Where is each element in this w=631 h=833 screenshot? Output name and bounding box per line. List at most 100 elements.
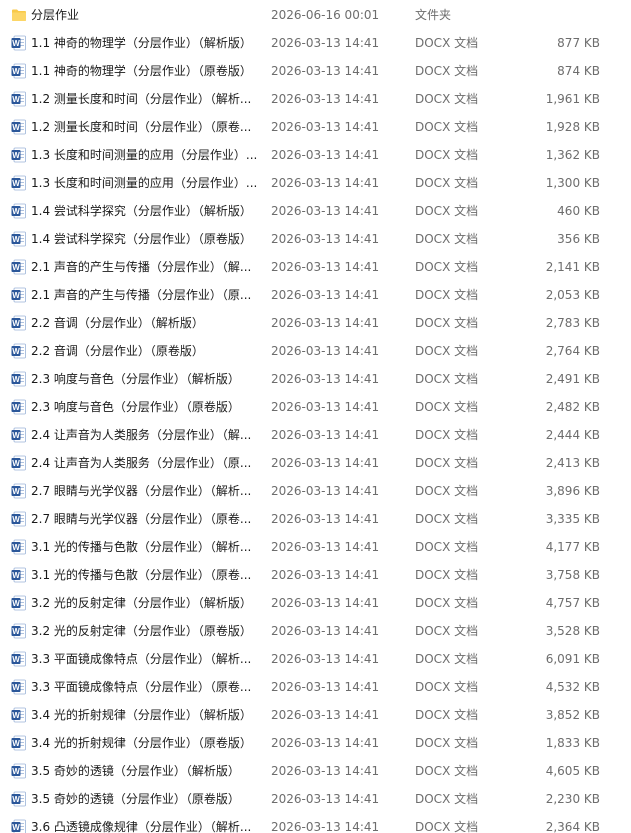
file-row[interactable]: W 2.7 眼睛与光学仪器（分层作业）（解析... 2026-03-13 14:41… [0,477,631,505]
word-doc-icon: W [11,763,26,779]
file-name: 3.4 光的折射规律（分层作业）（解析版） [31,708,252,722]
file-list: 分层作业 2026-06-16 00:01 文件夹 W 1.1 神奇的物理学（分层作业）… [0,0,631,833]
file-modified-date: 2026-03-13 14:41 [271,652,380,666]
file-row[interactable]: W 1.4 尝试科学探究（分层作业）（原卷版） 2026-03-13 14:41 DO… [0,225,631,253]
file-modified-date: 2026-03-13 14:41 [271,372,380,386]
file-modified-date: 2026-03-13 14:41 [271,792,380,806]
file-modified-date: 2026-03-13 14:41 [271,540,380,554]
file-name: 2.1 声音的产生与传播（分层作业）（原... [31,288,252,302]
file-row[interactable]: W 2.3 响度与音色（分层作业）（原卷版） 2026-03-13 14:41 DOC… [0,393,631,421]
file-row[interactable]: W 3.3 平面镜成像特点（分层作业）（原卷... 2026-03-13 14:41… [0,673,631,701]
svg-text:W: W [12,683,20,692]
file-size: 4,532 KB [545,680,600,694]
svg-text:W: W [12,655,20,664]
file-name: 2.2 音调（分层作业）（解析版） [31,316,204,330]
file-row[interactable]: W 3.4 光的折射规律（分层作业）（解析版） 2026-03-13 14:41 DO… [0,701,631,729]
file-row[interactable]: W 1.1 神奇的物理学（分层作业）（解析版） 2026-03-13 14:41 DO… [0,29,631,57]
file-row[interactable]: W 1.3 长度和时间测量的应用（分层作业）... 2026-03-13 14:41… [0,141,631,169]
file-name: 3.5 奇妙的透镜（分层作业）（原卷版） [31,792,240,806]
svg-text:W: W [12,347,20,356]
file-name: 1.1 神奇的物理学（分层作业）（原卷版） [31,64,252,78]
svg-text:W: W [12,291,20,300]
file-modified-date: 2026-03-13 14:41 [271,596,380,610]
file-row[interactable]: W 2.4 让声音为人类服务（分层作业）（解... 2026-03-13 14:41… [0,421,631,449]
file-name: 2.1 声音的产生与传播（分层作业）（解... [31,260,252,274]
file-size: 1,362 KB [545,148,600,162]
word-doc-icon: W [11,623,26,639]
file-name: 2.2 音调（分层作业）（原卷版） [31,344,204,358]
word-doc-icon: W [11,175,26,191]
file-row[interactable]: W 2.1 声音的产生与传播（分层作业）（解... 2026-03-13 14:41… [0,253,631,281]
file-modified-date: 2026-03-13 14:41 [271,400,380,414]
file-size: 3,758 KB [545,568,600,582]
word-doc-icon: W [11,819,26,833]
word-doc-icon: W [11,315,26,331]
file-name: 1.1 神奇的物理学（分层作业）（解析版） [31,36,252,50]
file-modified-date: 2026-03-13 14:41 [271,428,380,442]
file-row[interactable]: W 3.4 光的折射规律（分层作业）（原卷版） 2026-03-13 14:41 DO… [0,729,631,757]
file-row[interactable]: W 2.2 音调（分层作业）（解析版） 2026-03-13 14:41 DOCX 文… [0,309,631,337]
word-doc-icon: W [11,399,26,415]
file-modified-date: 2026-03-13 14:41 [271,288,380,302]
folder-row[interactable]: 分层作业 2026-06-16 00:01 文件夹 [0,1,631,29]
file-modified-date: 2026-03-13 14:41 [271,624,380,638]
file-modified-date: 2026-03-13 14:41 [271,344,380,358]
word-doc-icon: W [11,791,26,807]
file-row[interactable]: W 1.1 神奇的物理学（分层作业）（原卷版） 2026-03-13 14:41 DO… [0,57,631,85]
file-modified-date: 2026-03-13 14:41 [271,64,380,78]
svg-text:W: W [12,543,20,552]
file-modified-date: 2026-03-13 14:41 [271,736,380,750]
file-row[interactable]: W 3.2 光的反射定律（分层作业）（解析版） 2026-03-13 14:41 DO… [0,589,631,617]
svg-text:W: W [12,739,20,748]
word-doc-icon: W [11,91,26,107]
file-row[interactable]: W 3.6 凸透镜成像规律（分层作业）（解析... 2026-03-13 14:41… [0,813,631,833]
file-row[interactable]: W 1.2 测量长度和时间（分层作业）（解析... 2026-03-13 14:41… [0,85,631,113]
file-row[interactable]: W 2.2 音调（分层作业）（原卷版） 2026-03-13 14:41 DOCX 文… [0,337,631,365]
file-row[interactable]: W 2.4 让声音为人类服务（分层作业）（原... 2026-03-13 14:41… [0,449,631,477]
word-doc-icon: W [11,371,26,387]
file-row[interactable]: W 3.2 光的反射定律（分层作业）（原卷版） 2026-03-13 14:41 DO… [0,617,631,645]
file-row[interactable]: W 3.5 奇妙的透镜（分层作业）（原卷版） 2026-03-13 14:41 DOC… [0,785,631,813]
word-doc-icon: W [11,63,26,79]
file-name: 2.7 眼睛与光学仪器（分层作业）（解析... [31,484,252,498]
file-row[interactable]: W 1.3 长度和时间测量的应用（分层作业）... 2026-03-13 14:41… [0,169,631,197]
file-row[interactable]: W 1.4 尝试科学探究（分层作业）（解析版） 2026-03-13 14:41 DO… [0,197,631,225]
file-name: 1.2 测量长度和时间（分层作业）（原卷... [31,120,252,134]
file-modified-date: 2026-03-13 14:41 [271,456,380,470]
file-row[interactable]: W 2.3 响度与音色（分层作业）（解析版） 2026-03-13 14:41 DOC… [0,365,631,393]
file-row[interactable]: W 3.1 光的传播与色散（分层作业）（解析... 2026-03-13 14:41… [0,533,631,561]
file-row[interactable]: W 1.2 测量长度和时间（分层作业）（原卷... 2026-03-13 14:41… [0,113,631,141]
svg-text:W: W [12,67,20,76]
file-size: 2,783 KB [545,316,600,330]
svg-text:W: W [12,795,20,804]
file-size: 2,413 KB [545,456,600,470]
file-modified-date: 2026-03-13 14:41 [271,176,380,190]
file-size: 3,896 KB [545,484,600,498]
file-modified-date: 2026-03-13 14:41 [271,680,380,694]
file-row[interactable]: W 3.1 光的传播与色散（分层作业）（原卷... 2026-03-13 14:41… [0,561,631,589]
svg-text:W: W [12,599,20,608]
file-row[interactable]: W 3.3 平面镜成像特点（分层作业）（解析... 2026-03-13 14:41… [0,645,631,673]
svg-text:W: W [12,375,20,384]
file-modified-date: 2026-03-13 14:41 [271,820,380,833]
file-size: 4,177 KB [545,540,600,554]
file-row[interactable]: W 3.5 奇妙的透镜（分层作业）（解析版） 2026-03-13 14:41 DOC… [0,757,631,785]
svg-text:W: W [12,179,20,188]
file-modified-date: 2026-03-13 14:41 [271,316,380,330]
file-modified-date: 2026-03-13 14:41 [271,512,380,526]
file-name: 1.3 长度和时间测量的应用（分层作业）... [31,176,258,190]
file-modified-date: 2026-03-13 14:41 [271,708,380,722]
file-row[interactable]: W 2.1 声音的产生与传播（分层作业）（原... 2026-03-13 14:41… [0,281,631,309]
file-size: 1,961 KB [545,92,600,106]
file-size: 1,833 KB [545,736,600,750]
file-modified-date: 2026-03-13 14:41 [271,232,380,246]
word-doc-icon: W [11,147,26,163]
file-modified-date: 2026-03-13 14:41 [271,484,380,498]
file-row[interactable]: W 2.7 眼睛与光学仪器（分层作业）（原卷... 2026-03-13 14:41… [0,505,631,533]
svg-text:W: W [12,627,20,636]
file-name: 2.4 让声音为人类服务（分层作业）（原... [31,456,252,470]
word-doc-icon: W [11,287,26,303]
file-modified-date: 2026-03-13 14:41 [271,120,380,134]
file-size: 3,528 KB [545,624,600,638]
file-size: 2,482 KB [545,400,600,414]
